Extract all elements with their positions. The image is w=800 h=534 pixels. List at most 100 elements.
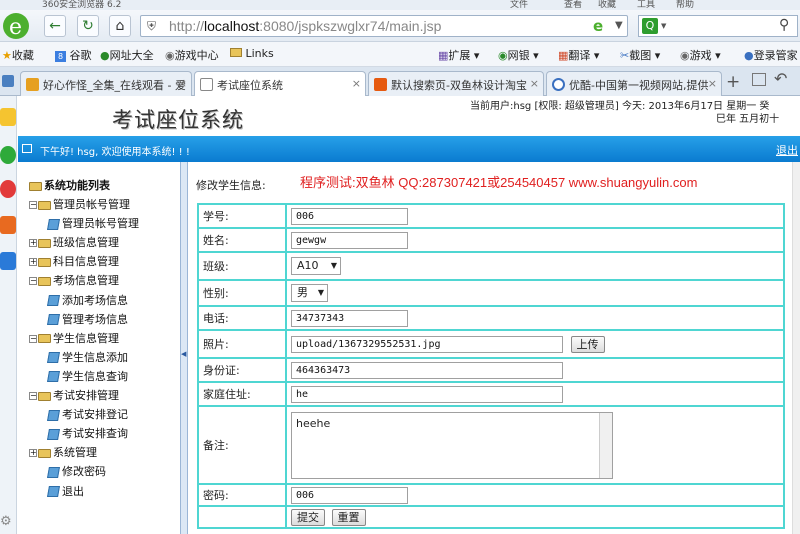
welcome-text: 下午好! hsg, 欢迎使用本系统! ! ! [40,147,190,158]
window-title-bar: 360安全浏览器 6.2 文件 查看 收藏 工具 帮助 [0,0,800,10]
menu-view[interactable]: 查看 [564,0,582,10]
new-tab-button[interactable]: + [726,72,740,92]
tree-item-admin-account[interactable]: − 管理员帐号管理 [29,197,130,213]
toolbar-games[interactable]: ◉游戏 ▾ [680,47,721,63]
search-engine-icon[interactable]: Q [642,18,658,34]
name-input[interactable]: gewgw [291,231,408,249]
search-dropdown-icon[interactable]: ▼ [661,22,666,30]
tree-item-change-password[interactable]: 修改密码 [47,464,106,480]
back-button[interactable]: ← [44,15,66,37]
tab-default-search[interactable]: 默认搜索页-双鱼林设计淘宝 × [368,71,544,96]
app-title: 考试座位系统 [112,108,244,132]
bookmark-links[interactable]: Links [230,47,274,60]
tree-item-student-info-add[interactable]: 学生信息添加 [47,350,128,366]
student-no-input[interactable]: 006 [291,207,408,225]
id-card-input[interactable]: 464363473 [291,361,563,379]
tree-item-student-info-query[interactable]: 学生信息查询 [47,369,128,385]
toolbar-screenshot[interactable]: ✂截图 ▾ [620,47,660,63]
close-tab-icon[interactable]: × [530,77,539,90]
password-input[interactable]: 006 [291,486,408,504]
page-icon [47,218,60,230]
collapse-arrow-icon[interactable]: ◀ [181,350,186,358]
sites-icon: ● [100,49,110,62]
address-input[interactable]: he [291,385,563,403]
address-bar[interactable]: ⛨ http://localhost:8080/jspkszwglxr74/ma… [140,15,628,37]
expand-toggle-icon[interactable]: − [29,392,37,400]
tree-item-room-info[interactable]: − 考场信息管理 [29,273,119,289]
expand-toggle-icon[interactable]: + [29,258,37,267]
tab-youku[interactable]: 优酷-中国第一视频网站,提供 × [546,71,722,96]
restore-tab-icon[interactable] [752,73,766,86]
expand-toggle-icon[interactable]: − [29,201,37,209]
page-scrollbar[interactable] [792,162,800,534]
undo-icon[interactable]: ↶ [774,69,787,88]
tree-item-system-manage[interactable]: + 系统管理 [29,445,97,461]
expand-toggle-icon[interactable]: − [29,334,37,343]
tree-item-add-room-info[interactable]: 添加考场信息 [47,293,128,309]
close-tab-icon[interactable]: × [178,77,187,90]
reset-button[interactable]: 重置 [331,508,366,526]
search-box[interactable]: Q ▼ ⚲ [638,15,798,37]
submit-button[interactable]: 提交 [291,508,325,526]
photo-path-input[interactable]: upload/1367329552531.jpg [291,335,563,353]
settings-gear-icon[interactable]: ⚙ [0,514,16,532]
refresh-button[interactable]: ↻ [77,15,99,37]
tree-item-subject-info[interactable]: + 科目信息管理 [29,254,119,270]
home-button[interactable]: ⌂ [109,15,131,37]
ie-mode-icon[interactable]: e [593,17,603,35]
label-id-card: 身份证: [197,357,287,383]
close-tab-icon[interactable]: × [352,77,361,90]
toolbar-extensions[interactable]: ▦扩展 ▾ [438,47,479,63]
gender-select[interactable]: 男 ▼ [291,284,328,302]
scissors-icon: ✂ [620,49,630,62]
menu-favorites[interactable]: 收藏 [598,0,616,10]
menu-file[interactable]: 文件 [510,0,528,10]
bookmark-games[interactable]: ◉游戏中心 [165,47,219,63]
panel-splitter[interactable]: ◀ [180,162,188,534]
mail-icon[interactable] [0,216,16,234]
tree-item-exam-arrange-query[interactable]: 考试安排查询 [47,426,128,442]
close-tab-icon[interactable]: × [708,77,717,90]
textarea-scrollbar[interactable] [599,412,612,478]
bookmark-sites[interactable]: ●网址大全 [100,47,154,63]
browser-logo-icon: e [0,10,36,42]
tree-item-class-info[interactable]: + 班级信息管理 [29,235,119,251]
home-icon: ⌂ [115,18,125,34]
weibo-icon[interactable] [0,180,16,198]
bookmark-favorites[interactable]: ★收藏 [2,47,34,63]
bank-icon: ◉ [498,49,508,62]
gamepad-icon: ◉ [165,49,175,62]
menu-help[interactable]: 帮助 [676,0,694,10]
remark-textarea[interactable]: heehe [291,411,613,479]
phone-input[interactable]: 34737343 [291,309,408,327]
folder-icon [38,257,51,267]
folder-icon [38,334,51,344]
toolbar-translate[interactable]: ▦翻译 ▾ [558,47,599,63]
tree-item-student-info[interactable]: − 学生信息管理 [29,331,119,347]
page-icon [47,371,60,383]
tree-item-exam-arrange-register[interactable]: 考试安排登记 [47,407,128,423]
tab-list-icon[interactable] [2,75,14,87]
clock-icon[interactable] [0,146,16,164]
tab-exam-seat[interactable]: 考试座位系统 × [194,71,366,97]
tree-item-manage-room-info[interactable]: 管理考场信息 [47,312,128,328]
expand-toggle-icon[interactable]: − [29,277,37,286]
credit-text: 程序测试:双鱼林 QQ:287307421或254540457 www.shua… [300,175,698,190]
toolbar-login[interactable]: ●登录管家 [744,47,798,63]
menu-tools[interactable]: 工具 [637,0,655,10]
tree-item-exam-arrange[interactable]: − 考试安排管理 [29,388,119,404]
expand-toggle-icon[interactable]: + [29,239,37,248]
search-icon[interactable]: ⚲ [779,17,789,33]
address-dropdown-icon[interactable]: ▼ [615,20,623,31]
bookmark-google[interactable]: 8 谷歌 [55,47,92,63]
expand-toggle-icon[interactable]: + [29,449,37,458]
class-select[interactable]: A10 ▼ [291,257,341,275]
tree-item-logout[interactable]: 退出 [47,484,84,500]
toolbar-bank[interactable]: ◉网银 ▾ [498,47,539,63]
favorites-star-icon[interactable] [0,108,16,126]
logout-link[interactable]: 退出 [776,142,798,158]
tree-item-admin-account-manage[interactable]: 管理员帐号管理 [47,216,139,232]
upload-button[interactable]: 上传 [570,335,605,353]
tab-xinzuoguai[interactable]: 好心作怪_全集_在线观看 - 爱 × [20,71,192,96]
contacts-icon[interactable] [0,252,16,270]
